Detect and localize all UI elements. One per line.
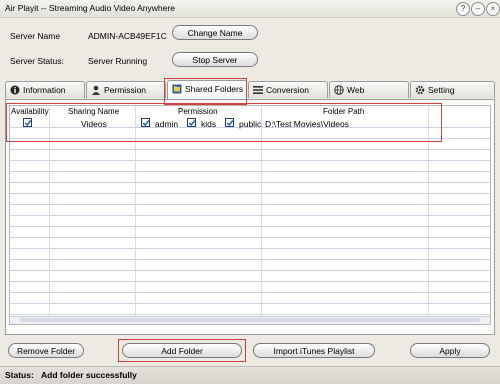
- import-itunes-playlist-button[interactable]: Import iTunes Playlist: [253, 343, 375, 358]
- tab-shared-folders-label: Shared Folders: [185, 84, 244, 94]
- column-header-sharing-name[interactable]: Sharing Name: [68, 107, 119, 116]
- shared-folders-panel: Availability Sharing Name Permission Fol…: [5, 99, 495, 335]
- change-name-button[interactable]: Change Name: [172, 25, 258, 40]
- user-icon: [92, 85, 100, 95]
- sharing-name-cell: Videos: [81, 119, 107, 129]
- permission-public-label: public: [239, 119, 262, 129]
- globe-icon: [334, 85, 344, 95]
- tab-strip: Information Permission Shared Folders Co…: [5, 80, 495, 99]
- status-message: Add folder successfully: [41, 370, 137, 380]
- permission-kids-label: kids: [201, 119, 217, 129]
- tab-information-label: Information: [23, 85, 66, 95]
- minimize-icon[interactable]: –: [471, 2, 485, 16]
- status-label: Status:: [5, 370, 34, 380]
- tab-web[interactable]: Web: [329, 81, 409, 98]
- add-folder-button[interactable]: Add Folder: [122, 343, 242, 358]
- column-divider: [135, 106, 136, 324]
- list-icon: [253, 86, 263, 94]
- permission-public-checkbox[interactable]: [225, 118, 234, 127]
- shared-folder-icon: [172, 84, 182, 94]
- check-icon: [24, 120, 32, 127]
- server-name-label: Server Name: [10, 31, 61, 41]
- check-icon: [142, 120, 150, 127]
- status-bar: Status: Add folder successfully: [0, 366, 500, 384]
- window-title: Air Playit -- Streaming Audio Video Anyw…: [5, 3, 175, 13]
- column-header-permission[interactable]: Permission: [178, 107, 218, 116]
- help-icon[interactable]: ?: [456, 2, 470, 16]
- tab-conversion[interactable]: Conversion: [248, 81, 328, 98]
- close-icon[interactable]: ×: [486, 2, 500, 16]
- tab-conversion-label: Conversion: [266, 85, 309, 95]
- column-header-availability[interactable]: Availability: [11, 107, 49, 116]
- shared-folders-table: Availability Sharing Name Permission Fol…: [9, 105, 491, 325]
- remove-folder-button[interactable]: Remove Folder: [8, 343, 84, 358]
- permission-admin-label: admin: [155, 119, 179, 129]
- server-status-label: Server Status:: [10, 56, 64, 66]
- permission-kids-checkbox[interactable]: [187, 118, 196, 127]
- apply-button[interactable]: Apply: [410, 343, 490, 358]
- availability-checkbox[interactable]: [23, 118, 32, 127]
- column-divider: [261, 106, 262, 324]
- stop-server-button[interactable]: Stop Server: [172, 52, 258, 67]
- tab-setting-label: Setting: [428, 85, 455, 95]
- tab-information[interactable]: Information: [5, 81, 85, 98]
- server-status-value: Server Running: [88, 56, 148, 66]
- column-divider: [428, 106, 429, 324]
- tab-permission[interactable]: Permission: [86, 81, 166, 98]
- column-header-folder-path[interactable]: Folder Path: [323, 107, 364, 116]
- check-icon: [226, 120, 234, 127]
- table-header: Availability Sharing Name Permission Fol…: [10, 106, 490, 117]
- scrollbar-thumb[interactable]: [20, 318, 480, 322]
- tab-shared-folders[interactable]: Shared Folders: [167, 80, 247, 99]
- folder-path-cell: D:\Test Movies\Videos: [265, 119, 349, 129]
- gear-icon: [415, 85, 425, 95]
- info-icon: [10, 85, 20, 95]
- horizontal-scrollbar[interactable]: [10, 316, 490, 324]
- title-bar: Air Playit -- Streaming Audio Video Anyw…: [0, 0, 500, 18]
- server-name-value: ADMIN-ACB49EF1C: [88, 31, 167, 41]
- tab-web-label: Web: [347, 85, 365, 95]
- permission-admin-checkbox[interactable]: [141, 118, 150, 127]
- check-icon: [188, 120, 196, 127]
- grid-rows: [10, 117, 490, 322]
- tab-setting[interactable]: Setting: [410, 81, 495, 98]
- column-divider: [49, 106, 50, 324]
- tab-permission-label: Permission: [104, 85, 147, 95]
